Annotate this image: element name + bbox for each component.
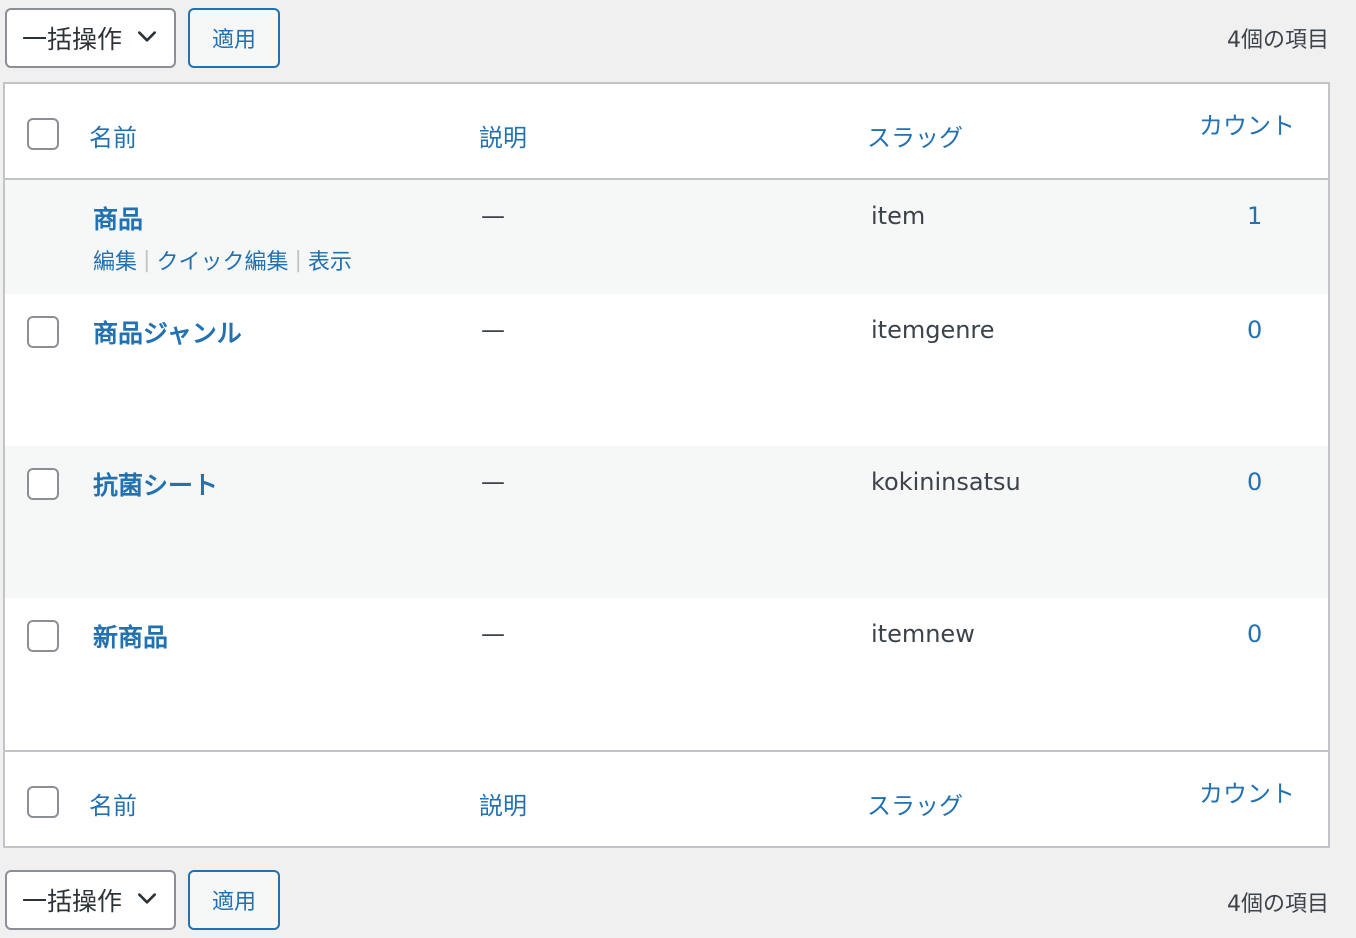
column-footer-slug[interactable]: スラッグ bbox=[867, 786, 963, 821]
term-count-link[interactable]: 0 bbox=[1247, 620, 1262, 648]
quick-edit-link[interactable]: クイック編集 bbox=[156, 244, 288, 276]
term-description: — bbox=[481, 620, 505, 648]
term-count-link[interactable]: 1 bbox=[1247, 202, 1262, 230]
bulk-actions-label: 一括操作 bbox=[22, 887, 123, 916]
terms-table: 名前 説明 スラッグ カウント 商品 編集 | クイック編集 | 表示 — it… bbox=[3, 82, 1330, 848]
term-count-link[interactable]: 0 bbox=[1247, 316, 1262, 344]
column-header-slug[interactable]: スラッグ bbox=[867, 118, 963, 153]
chevron-down-icon bbox=[137, 31, 157, 42]
term-slug: kokininsatsu bbox=[871, 468, 1021, 496]
term-slug: itemgenre bbox=[871, 316, 995, 344]
bulk-actions-select-bottom[interactable]: 一括操作 bbox=[5, 870, 176, 930]
bulk-actions-label: 一括操作 bbox=[22, 25, 123, 54]
term-description: — bbox=[481, 316, 505, 344]
column-header-description[interactable]: 説明 bbox=[479, 118, 527, 153]
column-footer-description[interactable]: 説明 bbox=[479, 786, 527, 821]
column-footer-count[interactable]: カウント bbox=[1199, 774, 1295, 809]
column-header-name[interactable]: 名前 bbox=[89, 118, 137, 153]
column-header-count[interactable]: カウント bbox=[1199, 106, 1295, 141]
term-count-link[interactable]: 0 bbox=[1247, 468, 1262, 496]
view-link[interactable]: 表示 bbox=[308, 244, 352, 276]
table-footer: 名前 説明 スラッグ カウント bbox=[5, 750, 1328, 846]
item-count-bottom: 4個の項目 bbox=[1227, 892, 1329, 917]
term-name-link[interactable]: 商品 bbox=[93, 200, 143, 236]
bulk-actions-select[interactable]: 一括操作 bbox=[5, 8, 176, 68]
tablenav-bottom: 一括操作 適用 4個の項目 bbox=[0, 862, 1356, 930]
term-slug: item bbox=[871, 202, 926, 230]
table-row: 抗菌シート — kokininsatsu 0 bbox=[5, 446, 1328, 598]
table-row: 商品 編集 | クイック編集 | 表示 — item 1 bbox=[5, 180, 1328, 294]
tablenav-top: 一括操作 適用 4個の項目 bbox=[0, 0, 1356, 68]
edit-link[interactable]: 編集 bbox=[93, 244, 137, 276]
term-name-link[interactable]: 商品ジャンル bbox=[93, 314, 242, 350]
table-row: 商品ジャンル — itemgenre 0 bbox=[5, 294, 1328, 446]
table-row: 新商品 — itemnew 0 bbox=[5, 598, 1328, 750]
term-description: — bbox=[481, 202, 505, 230]
term-name-link[interactable]: 新商品 bbox=[93, 618, 168, 654]
term-slug: itemnew bbox=[871, 620, 975, 648]
item-count: 4個の項目 bbox=[1227, 28, 1329, 53]
separator: | bbox=[143, 247, 151, 273]
apply-button[interactable]: 適用 bbox=[188, 8, 280, 68]
apply-button-bottom[interactable]: 適用 bbox=[188, 870, 280, 930]
separator: | bbox=[294, 247, 302, 273]
row-checkbox[interactable] bbox=[27, 620, 59, 652]
column-footer-name[interactable]: 名前 bbox=[89, 786, 137, 821]
table-header: 名前 説明 スラッグ カウント bbox=[5, 84, 1328, 180]
select-all-checkbox-footer[interactable] bbox=[27, 786, 59, 818]
row-checkbox[interactable] bbox=[27, 316, 59, 348]
row-checkbox[interactable] bbox=[27, 468, 59, 500]
term-description: — bbox=[481, 468, 505, 496]
term-name-link[interactable]: 抗菌シート bbox=[93, 466, 218, 502]
chevron-down-icon bbox=[137, 893, 157, 904]
select-all-checkbox[interactable] bbox=[27, 118, 59, 150]
row-actions: 編集 | クイック編集 | 表示 bbox=[93, 244, 352, 276]
